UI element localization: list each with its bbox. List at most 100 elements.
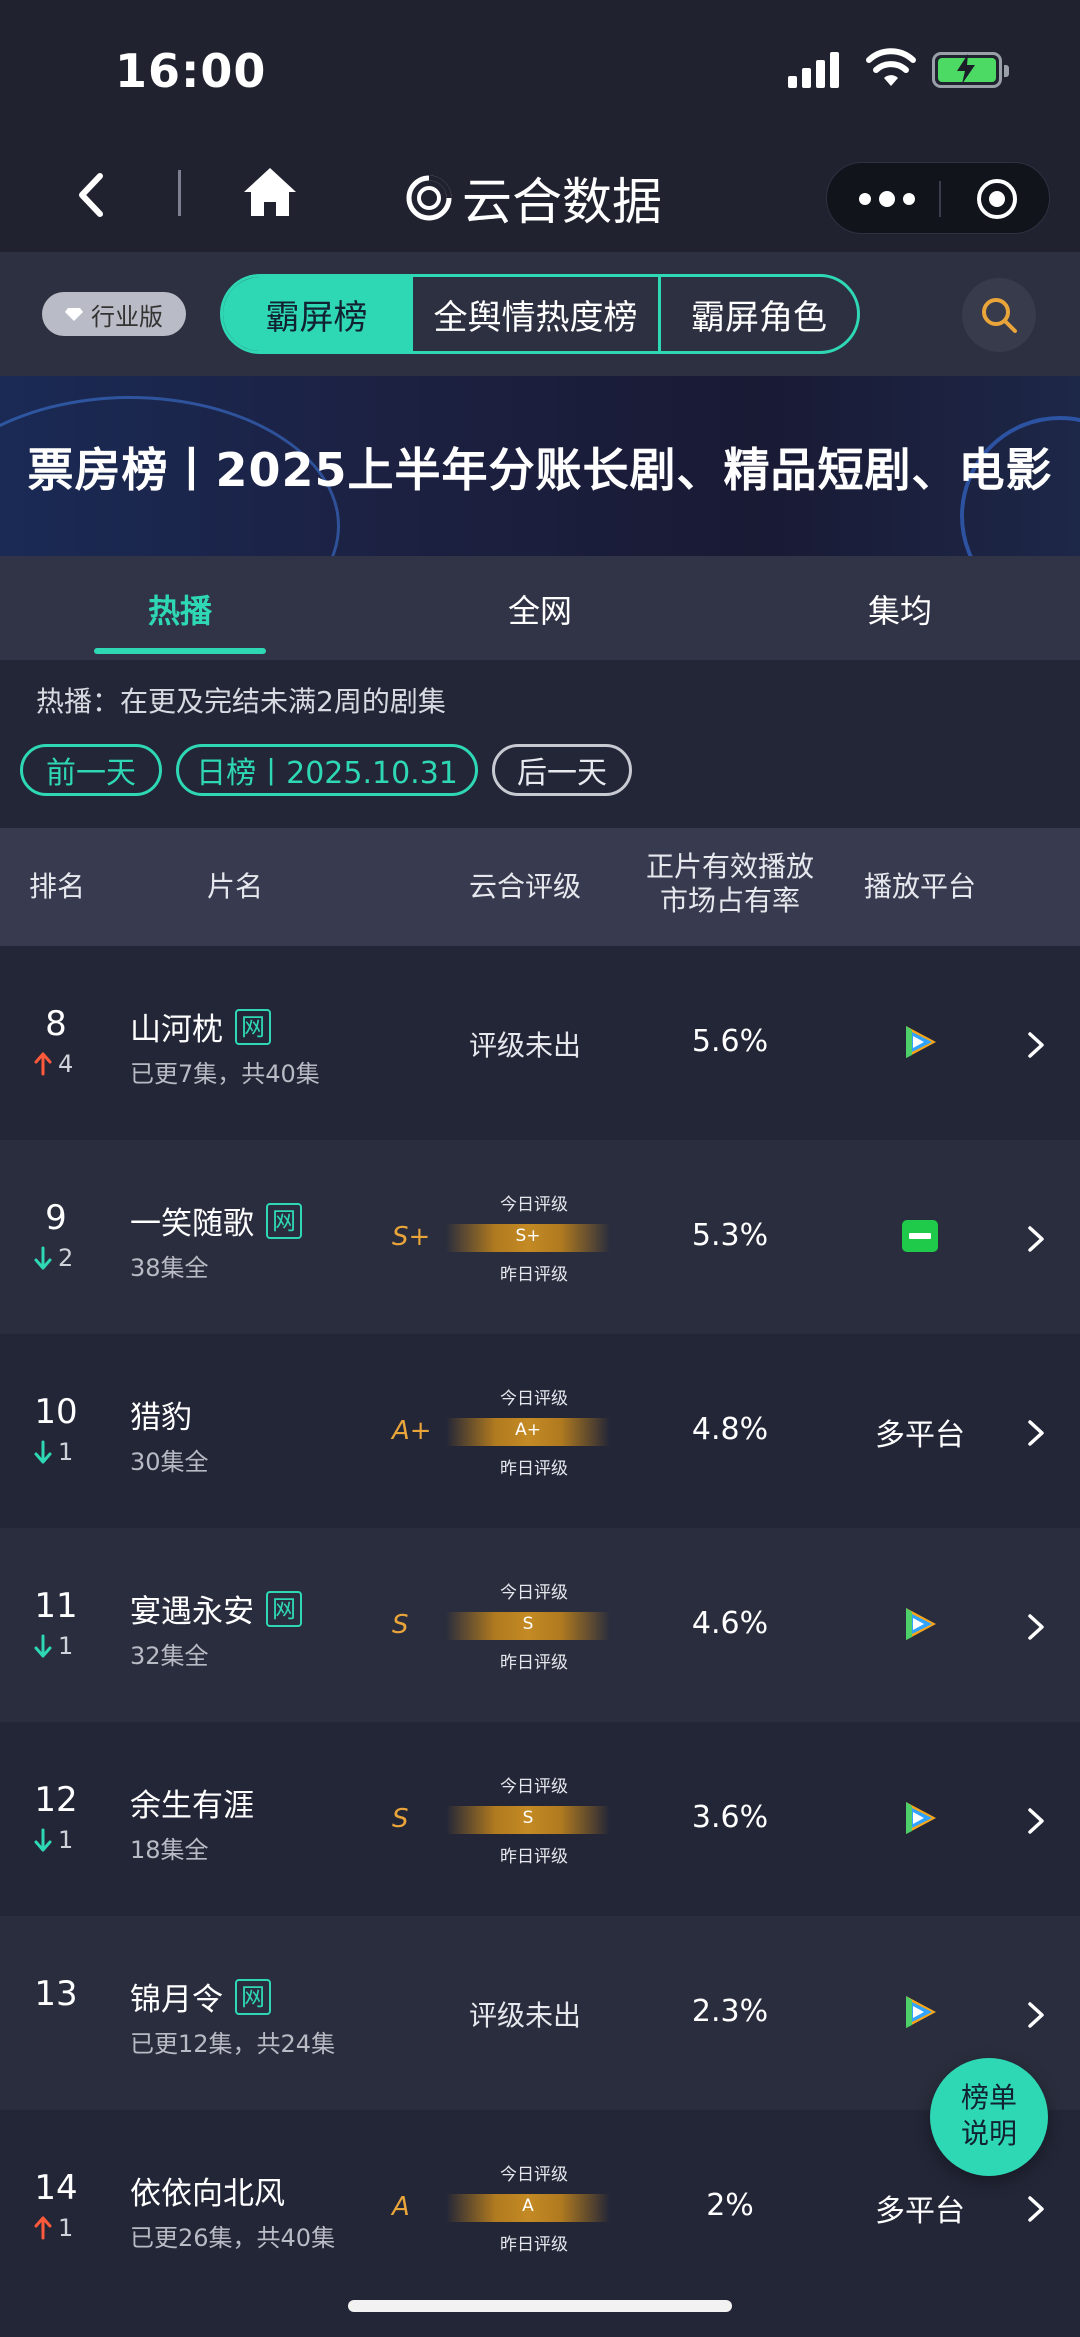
grade-bar: A bbox=[446, 2194, 610, 2222]
grade-letter: S+ bbox=[392, 1222, 431, 1252]
cellular-signal-icon bbox=[788, 52, 842, 88]
rank-change: 1 bbox=[34, 2214, 73, 2242]
more-icon[interactable] bbox=[857, 191, 917, 207]
ranking-help-button[interactable]: 榜单 说明 bbox=[930, 2058, 1048, 2176]
table-row[interactable]: 10 1 猎豹 30集全 A+ 今日评级 A+ 昨日评级 4.8% 多平台 bbox=[0, 1334, 1080, 1528]
market-share: 5.3% bbox=[691, 1218, 769, 1253]
tab-episode-average[interactable]: 集均 bbox=[720, 556, 1080, 660]
market-share: 2% bbox=[706, 2188, 754, 2223]
chevron-right-icon[interactable] bbox=[1024, 1224, 1048, 1254]
web-drama-badge: 网 bbox=[266, 1590, 302, 1627]
miniapp-capsule bbox=[826, 162, 1050, 234]
episode-info: 30集全 bbox=[130, 1448, 209, 1476]
chevron-right-icon[interactable] bbox=[1024, 2194, 1048, 2224]
row-rank: 11 bbox=[34, 1586, 78, 1626]
promo-banner[interactable]: 票房榜丨2025上半年分账长剧、精品短剧、电影 bbox=[0, 376, 1080, 556]
episode-info: 32集全 bbox=[130, 1642, 209, 1670]
show-name: 山河枕 bbox=[130, 1012, 223, 1048]
episode-info: 已更7集，共40集 bbox=[130, 1060, 320, 1088]
today-grade-label: 今日评级 bbox=[500, 1389, 568, 1409]
row-rank: 13 bbox=[34, 1974, 78, 2014]
table-row[interactable]: 11 1 宴遇永安网 32集全 S 今日评级 S 昨日评级 4.6% bbox=[0, 1528, 1080, 1722]
show-name: 一笑随歌 bbox=[130, 1206, 254, 1242]
rank-change-value: 4 bbox=[58, 1050, 74, 1078]
table-row[interactable]: 12 1 余生有涯 18集全 S 今日评级 S 昨日评级 3.6% bbox=[0, 1722, 1080, 1916]
yesterday-grade-label: 昨日评级 bbox=[500, 1653, 568, 1673]
today-grade-label: 今日评级 bbox=[500, 2165, 568, 2185]
row-rank: 12 bbox=[34, 1780, 78, 1820]
grade-letter: A+ bbox=[392, 1416, 432, 1446]
nav-divider bbox=[178, 170, 181, 216]
date-picker-button[interactable]: 日榜丨2025.10.31 bbox=[176, 744, 478, 796]
web-drama-badge: 网 bbox=[235, 1978, 271, 2015]
next-day-button[interactable]: 后一天 bbox=[492, 744, 632, 796]
show-name: 宴遇永安 bbox=[130, 1594, 254, 1630]
grade-bar: A+ bbox=[446, 1418, 610, 1446]
close-miniapp-icon[interactable] bbox=[975, 177, 1019, 221]
table-row[interactable]: 14 1 依依向北风 已更26集，共40集 A 今日评级 A 昨日评级 2% 多平台 bbox=[0, 2110, 1080, 2304]
today-grade-label: 今日评级 bbox=[500, 1583, 568, 1603]
episode-info: 已更12集，共24集 bbox=[130, 2030, 336, 2058]
rank-change-value: 1 bbox=[58, 1826, 74, 1854]
arrow-up-icon bbox=[34, 1052, 52, 1076]
row-rank: 10 bbox=[34, 1392, 78, 1432]
nav-bar: 云合数据 bbox=[0, 140, 1080, 252]
header-share-line1: 正片有效播放 bbox=[645, 850, 814, 883]
industry-edition-badge[interactable]: 行业版 bbox=[42, 292, 186, 336]
row-rank: 9 bbox=[45, 1198, 67, 1238]
chevron-right-icon[interactable] bbox=[1024, 1418, 1048, 1448]
rank-change: 4 bbox=[34, 1050, 73, 1078]
rank-change: 1 bbox=[34, 1632, 73, 1660]
segment-tab-sentiment[interactable]: 全舆情热度榜 bbox=[413, 277, 661, 351]
arrow-down-icon bbox=[34, 1634, 52, 1658]
status-time: 16:00 bbox=[115, 44, 267, 98]
episode-info: 18集全 bbox=[130, 1836, 209, 1864]
battery-icon bbox=[932, 52, 1009, 88]
chevron-right-icon[interactable] bbox=[1024, 1612, 1048, 1642]
tab-all-network[interactable]: 全网 bbox=[360, 556, 720, 660]
table-row[interactable]: 13 锦月令网已更12集，共24集 评级未出 2.3% bbox=[0, 1916, 1080, 2110]
segment-tab-roles[interactable]: 霸屏角色 bbox=[661, 277, 857, 351]
rank-change: 1 bbox=[34, 1826, 73, 1854]
grade-letter: A bbox=[392, 2192, 410, 2222]
table-row[interactable]: 9 2 一笑随歌网 38集全 S+ 今日评级 S+ 昨日评级 5.3% bbox=[0, 1140, 1080, 1334]
episode-info: 38集全 bbox=[130, 1254, 209, 1282]
rank-change-value: 2 bbox=[58, 1244, 74, 1272]
grade-bar: S+ bbox=[446, 1224, 610, 1252]
tencent-video-icon bbox=[906, 1996, 936, 2028]
web-drama-badge: 网 bbox=[266, 1202, 302, 1239]
chevron-right-icon[interactable] bbox=[1024, 1806, 1048, 1836]
row-title: 山河枕网 bbox=[130, 1004, 271, 1049]
market-share: 3.6% bbox=[691, 1800, 769, 1835]
chevron-right-icon[interactable] bbox=[1024, 2000, 1048, 2030]
row-title: 依依向北风 bbox=[130, 2168, 285, 2213]
help-label-line2: 说明 bbox=[960, 2117, 1017, 2150]
prev-day-button[interactable]: 前一天 bbox=[20, 744, 162, 796]
grade-indicator: A 今日评级 A 昨日评级 bbox=[380, 2160, 620, 2260]
grade-pending: 评级未出 bbox=[468, 1029, 581, 1062]
tab-hot[interactable]: 热播 bbox=[0, 556, 360, 660]
banner-text: 票房榜丨2025上半年分账长剧、精品短剧、电影 bbox=[27, 443, 1053, 497]
show-name: 锦月令 bbox=[130, 1982, 223, 2018]
segment-tab-bapin[interactable]: 霸屏榜 bbox=[223, 277, 413, 351]
tencent-video-icon bbox=[906, 1608, 936, 1640]
arrow-up-icon bbox=[34, 2216, 52, 2240]
header-share-line2: 市场占有率 bbox=[659, 884, 800, 917]
market-share: 4.6% bbox=[691, 1606, 769, 1641]
search-button[interactable] bbox=[962, 278, 1036, 352]
platform-text: 多平台 bbox=[875, 1418, 965, 1453]
industry-edition-label: 行业版 bbox=[91, 302, 163, 331]
back-icon[interactable] bbox=[68, 170, 118, 220]
table-row[interactable]: 8 4 山河枕网已更7集，共40集 评级未出 5.6% bbox=[0, 946, 1080, 1140]
home-indicator bbox=[348, 2300, 732, 2312]
yesterday-grade-label: 昨日评级 bbox=[500, 1459, 568, 1479]
row-title: 余生有涯 bbox=[130, 1780, 254, 1825]
grade-indicator: S+ 今日评级 S+ 昨日评级 bbox=[380, 1190, 620, 1290]
chevron-right-icon[interactable] bbox=[1024, 1030, 1048, 1060]
app-title: 云合数据 bbox=[462, 173, 662, 231]
home-icon[interactable] bbox=[242, 164, 298, 220]
episode-info: 已更26集，共40集 bbox=[130, 2224, 336, 2252]
arrow-down-icon bbox=[34, 1828, 52, 1852]
rank-change-value: 1 bbox=[58, 1438, 74, 1466]
web-drama-badge: 网 bbox=[235, 1008, 271, 1045]
